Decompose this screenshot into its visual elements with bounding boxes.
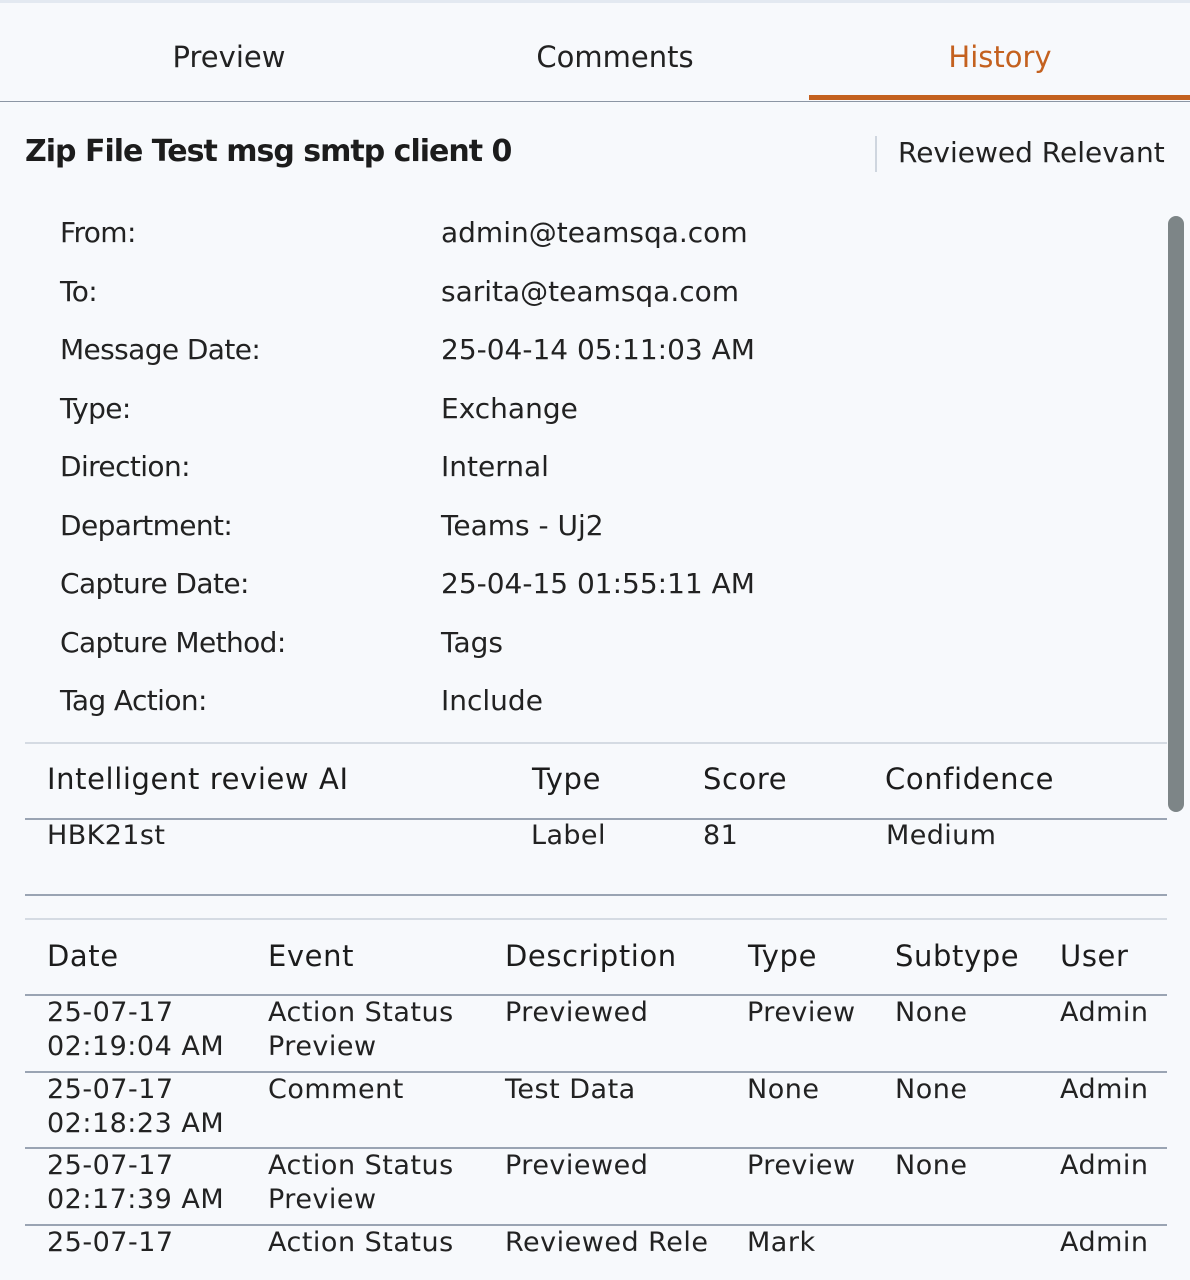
detail-row-message-date: Message Date: 25-04-14 05:11:03 AM [0,333,1160,373]
column-header: Subtype [895,939,1020,973]
event-line: Preview [268,1184,377,1215]
ai-score: 81 [703,820,739,851]
ai-type: Label [531,820,606,851]
column-header: Type [532,762,602,796]
column-header: User [1060,939,1129,973]
message-title: Zip File Test msg smtp client 0 [25,134,512,169]
date-line: 25-07-17 [47,1074,174,1105]
subtype-cell: None [895,997,968,1028]
column-header: Date [47,939,119,973]
active-tab-indicator [809,95,1190,100]
detail-value: admin@teamsqa.com [441,216,748,249]
detail-row-from: From: admin@teamsqa.com [0,216,1160,256]
event-line: Preview [268,1031,377,1062]
detail-value: 25-04-14 05:11:03 AM [441,333,755,366]
type-cell: Preview [747,997,856,1028]
section-divider [25,918,1167,920]
review-status: Reviewed Relevant [898,136,1165,169]
date-cell: 25-07-17 02:18:23 AM [47,1073,224,1141]
type-cell: Mark [747,1227,816,1258]
column-header: Intelligent review AI [47,762,349,796]
detail-value: Tags [441,626,503,659]
detail-value: Internal [441,450,549,483]
detail-row-type: Type: Exchange [0,392,1160,432]
ai-confidence: Medium [886,820,997,851]
detail-row-capture-method: Capture Method: Tags [0,626,1160,666]
time-line: 02:17:39 AM [47,1184,225,1215]
section-divider [25,894,1167,896]
event-line: Action Status [268,1150,454,1181]
detail-row-capture-date: Capture Date: 25-04-15 01:55:11 AM [0,567,1160,607]
tab-bar: Preview Comments History [0,0,1190,102]
detail-label: Type: [60,392,131,425]
description-cell: Previewed [505,997,649,1028]
scrollbar-thumb[interactable] [1168,216,1184,812]
detail-label: Capture Method: [60,626,286,659]
subtype-cell: None [895,1150,968,1181]
column-header: Confidence [885,762,1055,796]
ai-model-name: HBK21st [47,820,166,851]
column-header: Type [748,939,818,973]
detail-label: Message Date: [60,333,261,366]
description-cell: Previewed [505,1150,649,1181]
detail-row-department: Department: Teams - Uj2 [0,509,1160,549]
detail-row-tag-action: Tag Action: Include [0,684,1160,724]
column-header: Description [505,939,677,973]
detail-label: To: [60,275,98,308]
detail-label: Capture Date: [60,567,249,600]
detail-value: sarita@teamsqa.com [441,275,740,308]
tab-comments[interactable]: Comments [420,40,810,84]
user-cell: Admin [1060,997,1149,1028]
detail-label: Department: [60,509,233,542]
type-cell: None [747,1074,820,1105]
column-header: Event [268,939,355,973]
time-line: 02:19:04 AM [47,1031,225,1062]
event-cell: Action Status Preview [268,1149,454,1217]
section-divider [25,742,1167,744]
detail-label: From: [60,216,136,249]
tab-preview[interactable]: Preview [0,40,458,84]
event-line: Comment [268,1074,404,1105]
event-cell: Action Status Preview [268,996,454,1064]
column-header: Score [703,762,788,796]
detail-value: Include [441,684,543,717]
event-cell: Comment [268,1073,404,1107]
history-panel: Preview Comments History Zip File Test m… [0,0,1190,1280]
subtype-cell: None [895,1074,968,1105]
user-cell: Admin [1060,1074,1149,1105]
tab-history[interactable]: History [810,40,1190,84]
detail-value: 25-04-15 01:55:11 AM [441,567,755,600]
detail-value: Teams - Uj2 [441,509,604,542]
date-line: 25-07-17 [47,997,174,1028]
description-cell: Reviewed Rele [505,1227,709,1258]
user-cell: Admin [1060,1227,1149,1258]
detail-row-to: To: sarita@teamsqa.com [0,275,1160,315]
type-cell: Preview [747,1150,856,1181]
user-cell: Admin [1060,1150,1149,1181]
date-cell: 25-07-17 [47,1227,174,1258]
detail-value: Exchange [441,392,578,425]
event-cell: Action Status [268,1227,454,1258]
event-line: Action Status [268,997,454,1028]
title-divider [875,136,877,172]
detail-label: Direction: [60,450,191,483]
date-line: 25-07-17 [47,1150,174,1181]
time-line: 02:18:23 AM [47,1108,225,1139]
date-cell: 25-07-17 02:17:39 AM [47,1149,224,1217]
date-cell: 25-07-17 02:19:04 AM [47,996,224,1064]
detail-label: Tag Action: [60,684,207,717]
description-cell: Test Data [505,1074,636,1105]
detail-row-direction: Direction: Internal [0,450,1160,490]
